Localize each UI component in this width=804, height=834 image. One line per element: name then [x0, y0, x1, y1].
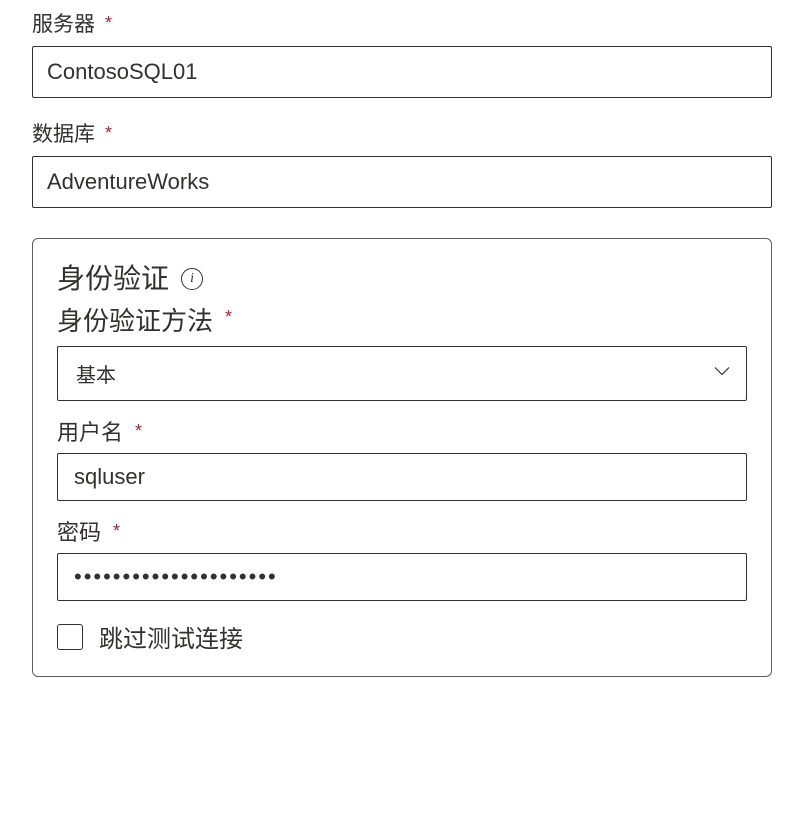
- password-input[interactable]: •••••••••••••••••••••: [57, 553, 747, 601]
- username-label: 用户名 *: [57, 415, 747, 447]
- password-label: 密码 *: [57, 515, 747, 547]
- username-input[interactable]: [57, 453, 747, 501]
- username-label-text: 用户名: [57, 415, 123, 447]
- required-asterisk: *: [113, 521, 120, 542]
- database-input[interactable]: [32, 156, 772, 208]
- required-asterisk: *: [105, 13, 112, 34]
- authentication-section: 身份验证 i 身份验证方法 * 基本 用户名 * 密码 * ••••••••••…: [32, 238, 772, 677]
- server-label: 服务器 *: [32, 8, 772, 38]
- database-label: 数据库 *: [32, 118, 772, 148]
- required-asterisk: *: [135, 421, 142, 442]
- auth-method-select[interactable]: 基本: [57, 346, 747, 401]
- auth-method-selected: 基本: [76, 365, 116, 387]
- server-input[interactable]: [32, 46, 772, 98]
- info-icon[interactable]: i: [181, 268, 203, 290]
- database-label-text: 数据库: [32, 118, 95, 148]
- skip-test-label: 跳过测试连接: [99, 619, 243, 654]
- auth-section-title: 身份验证: [57, 257, 169, 297]
- required-asterisk: *: [105, 123, 112, 144]
- auth-method-label-text: 身份验证方法: [57, 301, 213, 338]
- skip-test-checkbox[interactable]: [57, 624, 83, 650]
- password-label-text: 密码: [57, 515, 101, 547]
- required-asterisk: *: [225, 307, 232, 328]
- auth-method-label: 身份验证方法 *: [57, 301, 747, 338]
- server-label-text: 服务器: [32, 8, 95, 38]
